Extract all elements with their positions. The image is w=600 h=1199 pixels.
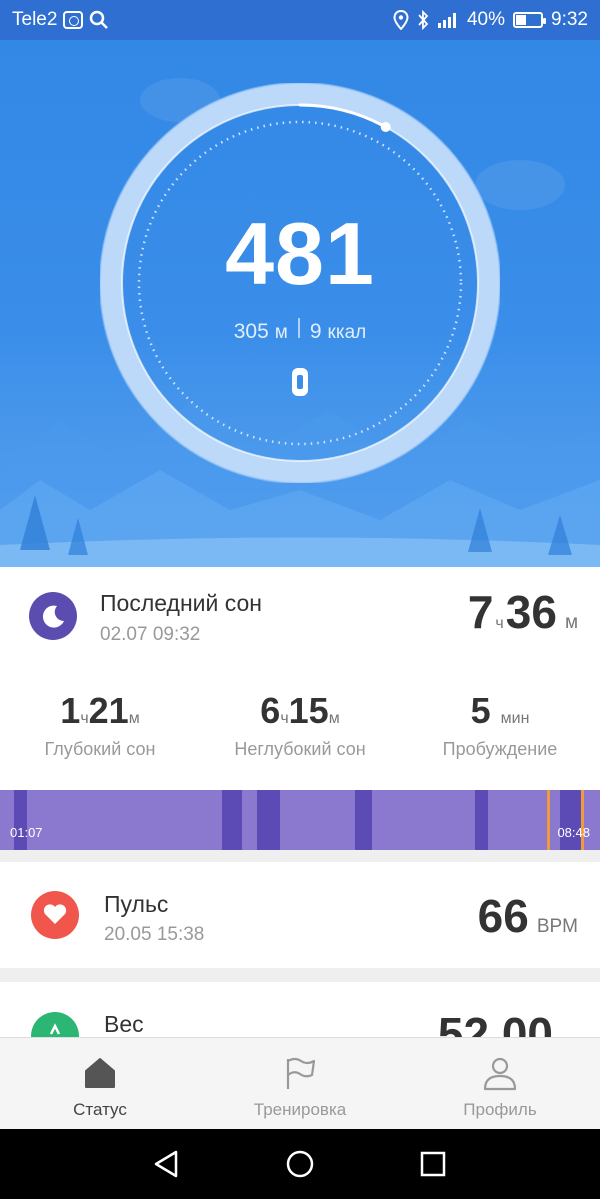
home-circle-icon[interactable] bbox=[285, 1149, 315, 1179]
person-icon bbox=[483, 1057, 517, 1091]
band-icon[interactable] bbox=[292, 368, 308, 396]
deep-sleep-hours-unit: ч bbox=[80, 710, 89, 727]
system-navigation-bar bbox=[0, 1129, 600, 1199]
light-sleep-minutes-unit: м bbox=[328, 710, 340, 727]
deep-sleep-label: Глубокий сон bbox=[44, 739, 156, 759]
clock: 9:32 bbox=[551, 9, 588, 30]
awake-marker bbox=[547, 790, 550, 850]
light-sleep-stat: 6ч15м Неглубокий сон bbox=[200, 693, 400, 760]
distance-unit: м bbox=[274, 322, 288, 343]
light-sleep-value: 6ч15м bbox=[200, 693, 400, 729]
deep-sleep-segment bbox=[475, 790, 488, 850]
pulse-unit: BPM bbox=[536, 916, 578, 937]
light-sleep-hours-unit: ч bbox=[280, 710, 289, 727]
awake-minutes-unit: мин bbox=[500, 710, 530, 727]
nav-workout[interactable]: Тренировка bbox=[200, 1038, 400, 1130]
summary-divider bbox=[297, 318, 300, 338]
deep-sleep-value: 1ч21м bbox=[0, 693, 200, 729]
calories-unit: ккал bbox=[327, 322, 367, 343]
goal-progress-dot bbox=[380, 122, 391, 133]
distance-value: 305 bbox=[233, 320, 269, 343]
sleep-end-time: 08:48 bbox=[557, 825, 590, 840]
deep-sleep-minutes-unit: м bbox=[128, 710, 140, 727]
battery-percent: 40% bbox=[466, 9, 506, 30]
sleep-total-minutes: 36 bbox=[505, 586, 557, 638]
flag-icon bbox=[286, 1057, 316, 1089]
light-sleep-hours: 6 bbox=[260, 690, 281, 731]
pulse-reading: 66 BPM bbox=[478, 893, 578, 939]
calories-value: 9 bbox=[309, 320, 322, 343]
recents-icon[interactable] bbox=[418, 1149, 448, 1179]
pulse-date: 20.05 15:38 bbox=[104, 924, 205, 945]
deep-sleep-hours: 1 bbox=[60, 690, 81, 731]
awake-minutes: 5 bbox=[470, 690, 491, 731]
activity-summary: 305 м 9 ккал bbox=[0, 318, 600, 344]
home-icon bbox=[85, 1058, 115, 1088]
light-sleep-label: Неглубокий сон bbox=[234, 739, 366, 759]
back-icon[interactable] bbox=[152, 1149, 182, 1179]
search-icon bbox=[90, 10, 109, 29]
sleep-total: 7 ч36 м bbox=[468, 589, 578, 635]
step-count: 481 bbox=[225, 204, 375, 303]
awake-label: Пробуждение bbox=[442, 739, 558, 759]
svg-text:z: z bbox=[58, 607, 62, 616]
light-sleep-minutes: 15 bbox=[288, 690, 329, 731]
status-bar: Tele2 40% 9:32 bbox=[0, 0, 600, 40]
deep-sleep-segment bbox=[257, 790, 280, 850]
sleep-total-hours: 7 bbox=[467, 586, 494, 638]
heart-icon bbox=[31, 891, 79, 939]
bottom-navigation: Статус Тренировка Профиль bbox=[0, 1037, 600, 1129]
sleep-date: 02.07 09:32 bbox=[100, 624, 201, 645]
sleep-total-hours-unit: ч bbox=[495, 615, 504, 632]
deep-sleep-stat: 1ч21м Глубокий сон bbox=[0, 693, 200, 760]
awake-marker bbox=[581, 790, 584, 850]
deep-sleep-minutes: 21 bbox=[88, 690, 129, 731]
sleep-icon: z bbox=[29, 592, 77, 640]
battery-icon bbox=[513, 12, 547, 28]
nav-profile-label: Профиль bbox=[463, 1100, 537, 1119]
deep-sleep-segment bbox=[560, 790, 582, 850]
weight-title: Вес bbox=[104, 1011, 144, 1037]
activity-hero[interactable]: 481 305 м 9 ккал bbox=[0, 40, 600, 567]
nav-status-label: Статус bbox=[73, 1100, 127, 1119]
bluetooth-icon bbox=[418, 10, 429, 30]
weight-card[interactable]: Вес 52.00 bbox=[0, 982, 600, 1042]
nav-workout-label: Тренировка bbox=[253, 1100, 347, 1119]
sleep-title: Последний сон bbox=[100, 590, 262, 616]
awake-stat: 5 мин Пробуждение bbox=[400, 693, 600, 760]
nav-status[interactable]: Статус bbox=[0, 1038, 200, 1130]
signal-icon bbox=[437, 13, 456, 28]
pulse-value: 66 bbox=[477, 890, 529, 942]
deep-sleep-segment bbox=[222, 790, 242, 850]
notification-icon bbox=[63, 11, 84, 29]
pulse-title: Пульс bbox=[104, 891, 169, 917]
awake-value: 5 мин bbox=[400, 693, 600, 729]
carrier-label: Tele2 bbox=[12, 9, 58, 30]
location-icon bbox=[393, 10, 409, 30]
sleep-start-time: 01:07 bbox=[10, 825, 43, 840]
nav-profile[interactable]: Профиль bbox=[400, 1038, 600, 1130]
deep-sleep-segment bbox=[14, 790, 27, 850]
sleep-total-minutes-unit: м bbox=[564, 612, 578, 633]
pulse-card[interactable]: Пульс 20.05 15:38 66 BPM bbox=[0, 862, 600, 968]
deep-sleep-segment bbox=[355, 790, 372, 850]
sleep-timeline[interactable]: 01:07 08:48 bbox=[0, 790, 600, 850]
